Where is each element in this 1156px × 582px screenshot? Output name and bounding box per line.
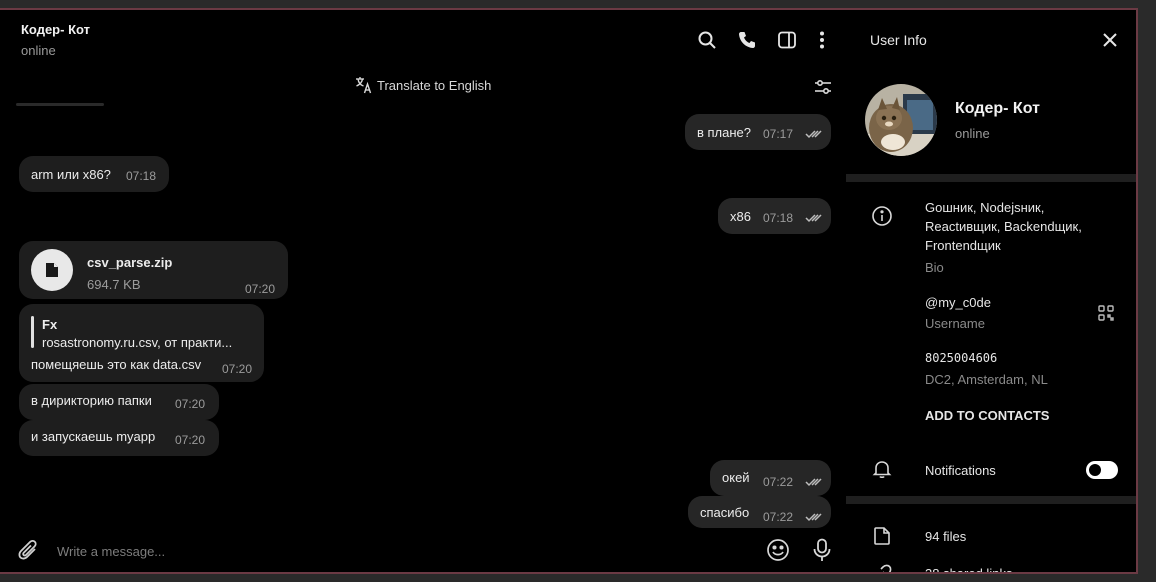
file-icon — [46, 263, 58, 277]
profile-status: online — [955, 126, 990, 141]
toggle-knob — [1089, 464, 1101, 476]
message-text: arm или x86? — [31, 167, 111, 182]
message-text: в плане? — [697, 125, 752, 140]
message-input[interactable] — [55, 540, 739, 562]
close-icon[interactable] — [1102, 32, 1118, 48]
translate-button[interactable]: Translate to English — [355, 76, 491, 94]
profile-name: Кодер- Кот — [955, 100, 1040, 117]
info-icon — [872, 206, 892, 226]
qr-code-icon[interactable] — [1098, 305, 1114, 321]
message-time: 07:20 — [175, 397, 206, 411]
message-time: 07:20 — [175, 433, 206, 447]
reply-preview[interactable]: rosastronomy.ru.csv, от практи... — [42, 335, 232, 350]
chat-header[interactable]: Кодер- Кот online — [0, 10, 846, 70]
attach-icon[interactable] — [18, 538, 40, 562]
message-time: 07:18 — [763, 211, 794, 225]
bio-line-3[interactable]: Frontendщик — [925, 236, 1001, 255]
app-window: Кодер- Кот online Translate to English в… — [0, 8, 1138, 574]
notifications-label: Notifications — [925, 463, 996, 478]
phone-icon[interactable] — [737, 30, 757, 50]
message-text: помещяешь это как data.csv — [31, 357, 202, 372]
chat-title[interactable]: Кодер- Кот — [21, 22, 90, 37]
message-time: 07:20 — [245, 282, 276, 296]
username-label: Username — [925, 316, 985, 331]
double-check-icon — [805, 130, 822, 139]
message-text: окей — [722, 470, 750, 485]
message-time: 07:22 — [763, 510, 794, 524]
message-text: и запускаешь myapp — [31, 429, 156, 444]
link-icon — [880, 564, 892, 572]
avatar[interactable] — [865, 84, 937, 156]
sidebar-toggle-icon[interactable] — [777, 30, 797, 50]
add-to-contacts-button[interactable]: ADD TO CONTACTS — [925, 406, 1049, 425]
chat-panel: Кодер- Кот online Translate to English в… — [0, 10, 846, 572]
more-vertical-icon[interactable] — [812, 30, 832, 50]
filters-icon[interactable] — [813, 77, 833, 97]
emoji-icon[interactable] — [766, 538, 790, 562]
message-incoming[interactable]: и запускаешь myapp 07:20 — [19, 420, 219, 456]
shared-links-count[interactable]: 38 shared links — [925, 564, 1012, 572]
reply-author[interactable]: Fx — [42, 317, 57, 332]
double-check-icon — [805, 478, 822, 487]
message-outgoing[interactable]: x86 07:18 — [718, 198, 831, 234]
message-text: в дирикторию папки — [31, 393, 152, 408]
reply-message[interactable]: Fx rosastronomy.ru.csv, от практи... пом… — [19, 304, 264, 382]
message-outgoing[interactable]: спасибо 07:22 — [688, 496, 831, 528]
message-time: 07:20 — [222, 362, 253, 376]
section-divider — [846, 496, 1136, 504]
user-info-panel: User Info Кодер- Кот online Gошник, Node… — [846, 10, 1136, 572]
mic-icon[interactable] — [812, 538, 832, 562]
chat-status: online — [21, 43, 56, 58]
message-time: 07:17 — [763, 127, 794, 141]
files-icon — [874, 527, 890, 545]
translate-label: Translate to English — [377, 77, 492, 93]
message-incoming[interactable]: в дирикторию папки 07:20 — [19, 384, 219, 420]
phone-label: DC2, Amsterdam, NL — [925, 372, 1048, 387]
phone-value[interactable]: 8025004606 — [925, 349, 997, 368]
double-check-icon — [805, 513, 822, 522]
double-check-icon — [805, 214, 822, 223]
file-download-button[interactable] — [31, 249, 73, 291]
message-incoming[interactable]: arm или x86? 07:18 — [19, 156, 169, 192]
files-count[interactable]: 94 files — [925, 527, 966, 546]
translate-icon — [356, 77, 372, 94]
previous-message-edge — [16, 103, 104, 106]
file-name[interactable]: csv_parse.zip — [87, 255, 172, 270]
message-outgoing[interactable]: в плане? 07:17 — [685, 114, 831, 150]
search-icon[interactable] — [697, 30, 717, 50]
username-value[interactable]: @my_c0de — [925, 293, 991, 312]
message-outgoing[interactable]: окей 07:22 — [710, 460, 831, 496]
bell-icon — [872, 461, 892, 479]
section-divider — [846, 174, 1136, 182]
notifications-toggle[interactable] — [1086, 461, 1118, 479]
file-size: 694.7 KB — [87, 277, 141, 292]
message-text: спасибо — [700, 505, 750, 520]
bio-line-1[interactable]: Gошник, Nodejsник, — [925, 198, 1044, 217]
bio-label: Bio — [925, 260, 944, 275]
reply-quote-bar — [31, 316, 34, 348]
message-time: 07:22 — [763, 475, 794, 489]
user-info-title: User Info — [870, 32, 927, 48]
message-text: x86 — [730, 209, 751, 224]
message-time: 07:18 — [126, 169, 157, 183]
message-composer — [0, 530, 846, 572]
file-message[interactable]: csv_parse.zip 694.7 KB 07:20 — [19, 241, 288, 299]
bio-line-2[interactable]: Reactивщик, Backendщик, — [925, 217, 1082, 236]
